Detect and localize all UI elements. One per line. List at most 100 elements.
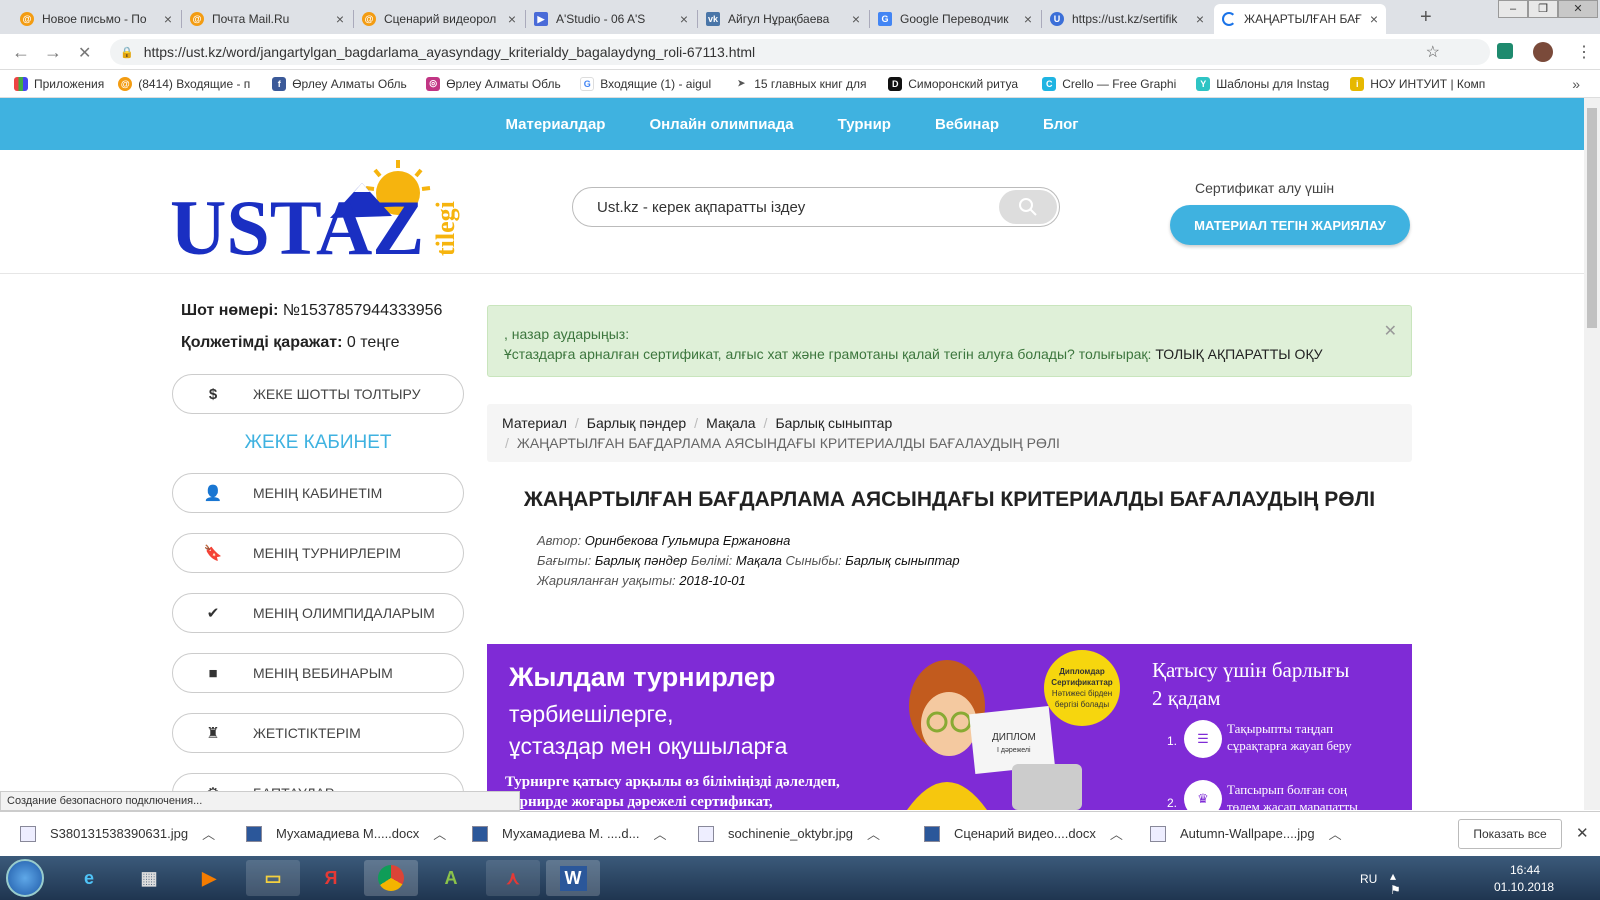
scrollbar-thumb[interactable]	[1587, 108, 1597, 328]
bookmark-item[interactable]: C Crello — Free Graphi	[1042, 76, 1182, 91]
word-file-icon	[472, 825, 488, 842]
menu-dots-icon[interactable]: ⋮	[1576, 42, 1592, 62]
forward-icon[interactable]: →	[44, 42, 62, 63]
article-meta: Бағыты: Барлық пәндер Бөлімі: Мақала Сын…	[537, 553, 960, 568]
browser-tab[interactable]: Uhttps://ust.kz/sertifik ×	[1042, 4, 1212, 34]
search-icon	[1019, 198, 1037, 216]
browser-tab[interactable]: @ Почта Mail.Ru ×	[182, 4, 352, 34]
tournament-banner[interactable]: Жылдам турнирлер тәрбиешілерге, ұстаздар …	[487, 644, 1412, 810]
close-icon[interactable]: ×	[852, 11, 860, 27]
chess-rook-icon: ♜	[206, 725, 220, 742]
sidebar-item-tournaments[interactable]: 🔖 МЕНІҢ ТУРНИРЛЕРІМ	[172, 533, 464, 573]
flag-icon[interactable]: ▴ ⚑ ✉ ▮ ♪	[1390, 869, 1401, 900]
chevron-up-icon[interactable]: ︿	[1110, 824, 1123, 843]
new-tab-button[interactable]: +	[1420, 6, 1432, 29]
browser-tab-active[interactable]: ЖАҢАРТЫЛҒАН БАҒ ×	[1214, 4, 1386, 34]
chevron-up-icon[interactable]: ︿	[433, 824, 446, 843]
word-icon[interactable]: W	[546, 860, 600, 896]
download-item[interactable]: Сценарий видео....docx ︿	[924, 824, 1123, 843]
download-item[interactable]: S380131538390631.jpg ︿	[20, 824, 215, 843]
close-icon[interactable]: ✕	[1384, 322, 1397, 342]
url-field[interactable]: 🔒 https://ust.kz/word/jangartylgan_bagda…	[110, 39, 1490, 65]
breadcrumb-item[interactable]: Материал	[502, 415, 567, 431]
bookmark-item[interactable]: ◎ Өрлеу Алматы Обль	[426, 76, 566, 91]
stop-loading-icon[interactable]: ✕	[78, 43, 91, 63]
sidebar-item-cabinet[interactable]: 👤 МЕНІҢ КАБИНЕТІМ	[172, 473, 464, 513]
download-item[interactable]: Мухамадиева М.....docx ︿	[246, 824, 446, 843]
download-item[interactable]: sochinenie_oktybr.jpg ︿	[698, 824, 880, 843]
chevron-up-icon[interactable]: ︿	[1329, 824, 1342, 843]
search-button[interactable]	[999, 190, 1057, 224]
browser-tab[interactable]: ▶ A'Studio - 06 A'S ×	[526, 4, 696, 34]
bookmark-item[interactable]: Приложения	[14, 76, 104, 91]
breadcrumb-current: ЖАҢАРТЫЛҒАН БАҒДАРЛАМА АЯСЫНДАҒЫ КРИТЕРИ…	[516, 435, 1060, 451]
back-icon[interactable]: ←	[12, 42, 30, 63]
publish-material-button[interactable]: МАТЕРИАЛ ТЕГІН ЖАРИЯЛАУ	[1170, 205, 1410, 245]
bookmark-item[interactable]: Y Шаблоны для Instag	[1196, 76, 1336, 91]
close-icon[interactable]: ×	[1024, 11, 1032, 27]
bookmark-item[interactable]: ➤ 15 главных книг для	[734, 76, 874, 91]
close-icon[interactable]: ×	[508, 11, 516, 27]
read-more-link[interactable]: ТОЛЫҚ АҚПАРАТТЫ ОҚУ	[1155, 346, 1322, 362]
browser-tab[interactable]: @ Новое письмо - По ×	[12, 4, 180, 34]
close-icon[interactable]: ✕	[1576, 824, 1589, 842]
chrome-icon[interactable]	[364, 860, 418, 896]
nav-tournament[interactable]: Турнир	[838, 116, 891, 133]
minimize-button[interactable]: –	[1498, 0, 1528, 18]
extension-icon[interactable]	[1497, 43, 1513, 59]
browser-tab[interactable]: @ Сценарий видеорол ×	[354, 4, 524, 34]
search-box[interactable]: Ust.kz - керек ақпаратты іздеу	[572, 187, 1060, 227]
breadcrumb-item[interactable]: Барлық сыныптар	[775, 415, 892, 431]
facebook-icon: f	[272, 76, 287, 91]
nav-webinar[interactable]: Вебинар	[935, 116, 999, 133]
close-icon[interactable]: ×	[164, 11, 172, 27]
close-icon[interactable]: ×	[680, 11, 688, 27]
browser-tab[interactable]: G Google Переводчик ×	[870, 4, 1040, 34]
media-player-icon[interactable]: ▶	[182, 860, 236, 896]
avatar[interactable]	[1533, 42, 1553, 62]
search-input[interactable]: Ust.kz - керек ақпаратты іздеу	[597, 199, 805, 216]
close-window-button[interactable]: ✕	[1558, 0, 1598, 18]
article-date: Жарияланған уақыты: 2018-10-01	[537, 573, 746, 588]
chevron-up-icon[interactable]: ︿	[867, 824, 880, 843]
close-icon[interactable]: ×	[1370, 11, 1378, 27]
yandex-icon[interactable]: Я	[304, 860, 358, 896]
nav-blog[interactable]: Блог	[1043, 116, 1079, 133]
bookmark-item[interactable]: D Симоронский ритуа	[888, 76, 1028, 91]
browser-tab[interactable]: vk Айгул Нұрақбаева ×	[698, 4, 868, 34]
close-icon[interactable]: ×	[336, 11, 344, 27]
calculator-icon[interactable]: ▦	[122, 860, 176, 896]
breadcrumb-item[interactable]: Барлық пәндер	[587, 415, 686, 431]
a-app-icon[interactable]: A	[424, 860, 478, 896]
sidebar-item-olympiads[interactable]: ✔ МЕНІҢ ОЛИМПИДАЛАРЫМ	[172, 593, 464, 633]
topup-account-button[interactable]: $ ЖЕКЕ ШОТТЫ ТОЛТЫРУ	[172, 374, 464, 414]
chevron-up-icon[interactable]: ︿	[202, 824, 215, 843]
clock-time[interactable]: 16:44	[1510, 863, 1540, 877]
page-scrollbar[interactable]	[1584, 98, 1600, 810]
chevron-up-icon[interactable]: ︿	[653, 824, 666, 843]
bookmark-item[interactable]: G Входящие (1) - aigul	[580, 76, 720, 91]
site-logo[interactable]: USTAZ tilegi	[170, 158, 470, 271]
language-indicator[interactable]: RU	[1360, 872, 1377, 886]
sidebar-item-achievements[interactable]: ♜ ЖЕТІСТІКТЕРІМ	[172, 713, 464, 753]
bookmark-item[interactable]: i НОУ ИНТУИТ | Комп	[1350, 76, 1490, 91]
bookmark-item[interactable]: f Өрлеу Алматы Обль	[272, 76, 412, 91]
download-item[interactable]: Мухамадиева М. ....d... ︿	[472, 824, 667, 843]
bookmark-item[interactable]: @ (8414) Входящие - п	[118, 76, 258, 91]
clock-date[interactable]: 01.10.2018	[1494, 880, 1554, 894]
sidebar-item-webinars[interactable]: ■ МЕНІҢ ВЕБИНАРЫМ	[172, 653, 464, 693]
download-item[interactable]: Autumn-Wallpape....jpg ︿	[1150, 824, 1342, 843]
internet-explorer-icon[interactable]: e	[62, 860, 116, 896]
nav-olympiad[interactable]: Онлайн олимпиада	[649, 116, 793, 133]
word-file-icon	[246, 825, 262, 842]
explorer-icon[interactable]: ▭	[246, 860, 300, 896]
breadcrumb-item[interactable]: Мақала	[706, 415, 755, 431]
star-icon[interactable]: ☆	[1426, 42, 1440, 62]
maximize-button[interactable]: ❐	[1528, 0, 1558, 18]
more-bookmarks-icon[interactable]: »	[1572, 76, 1580, 92]
show-all-downloads-button[interactable]: Показать все	[1458, 819, 1562, 849]
nav-materials[interactable]: Материалдар	[505, 116, 605, 133]
close-icon[interactable]: ×	[1196, 11, 1204, 27]
pdf-reader-icon[interactable]: ⋏	[486, 860, 540, 896]
start-button[interactable]	[6, 859, 44, 897]
